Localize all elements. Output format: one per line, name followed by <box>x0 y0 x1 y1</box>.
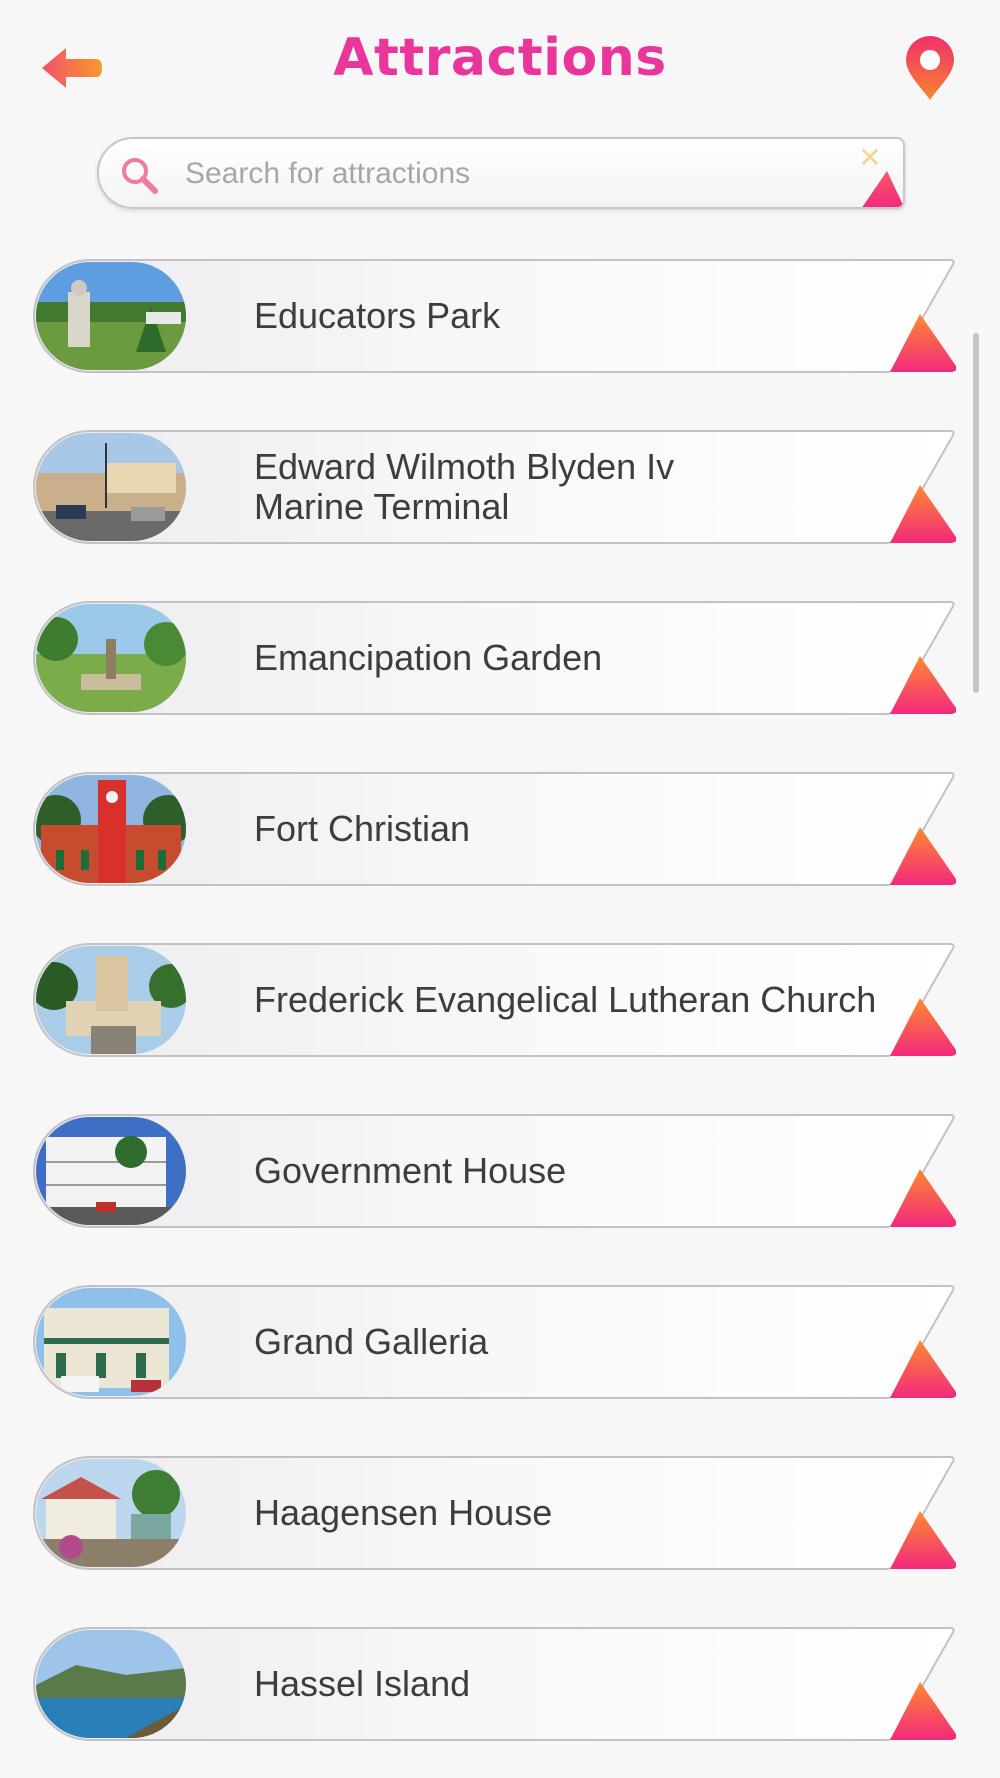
thumbnail-image <box>36 1117 186 1225</box>
list-item[interactable]: Hassel Island <box>32 1626 956 1742</box>
search-icon <box>122 158 158 194</box>
thumbnail-image <box>36 604 186 712</box>
corner-accent-icon <box>862 171 903 207</box>
thumbnail-image <box>36 775 186 883</box>
list-item-label: Grand Galleria <box>254 1321 489 1362</box>
list-item[interactable]: Government House <box>32 1113 956 1229</box>
list-item-label: Frederick Evangelical Lutheran Church <box>254 979 877 1020</box>
map-pin-icon <box>906 36 954 100</box>
thumbnail-image <box>36 433 186 541</box>
scrollbar[interactable] <box>973 333 979 693</box>
thumbnail-image <box>36 262 186 370</box>
list-item-label: Hassel Island <box>254 1663 471 1704</box>
list-item-label: Haagensen House <box>254 1492 553 1533</box>
page-title: Attractions <box>333 28 667 88</box>
list-item-label: Emancipation Garden <box>254 637 603 678</box>
list-item[interactable]: Educators Park <box>32 258 956 374</box>
list-item[interactable]: Haagensen House <box>32 1455 956 1571</box>
list-item-label: Educators Park <box>254 295 501 336</box>
thumbnail-image <box>36 1459 186 1567</box>
search-bar: ✕ <box>97 137 905 209</box>
list-item[interactable]: Grand Galleria <box>32 1284 956 1400</box>
list-item[interactable]: Frederick Evangelical Lutheran Church <box>32 942 956 1058</box>
app-header: Attractions <box>0 0 1000 130</box>
list-item[interactable]: Emancipation Garden <box>32 600 956 716</box>
thumbnail-image <box>36 1288 186 1396</box>
map-button[interactable] <box>902 36 958 102</box>
list-item-label: Fort Christian <box>254 808 471 849</box>
thumbnail-image <box>36 946 186 1054</box>
list-item-label: Government House <box>254 1150 567 1191</box>
list-item[interactable]: Fort Christian <box>32 771 956 887</box>
thumbnail-image <box>36 1630 186 1738</box>
search-input[interactable] <box>183 139 747 207</box>
list-item[interactable]: Edward Wilmoth Blyden Iv Marine Terminal <box>32 429 956 545</box>
list-item-label: Edward Wilmoth Blyden Iv Marine Terminal <box>254 446 675 527</box>
close-icon[interactable]: ✕ <box>857 144 883 172</box>
